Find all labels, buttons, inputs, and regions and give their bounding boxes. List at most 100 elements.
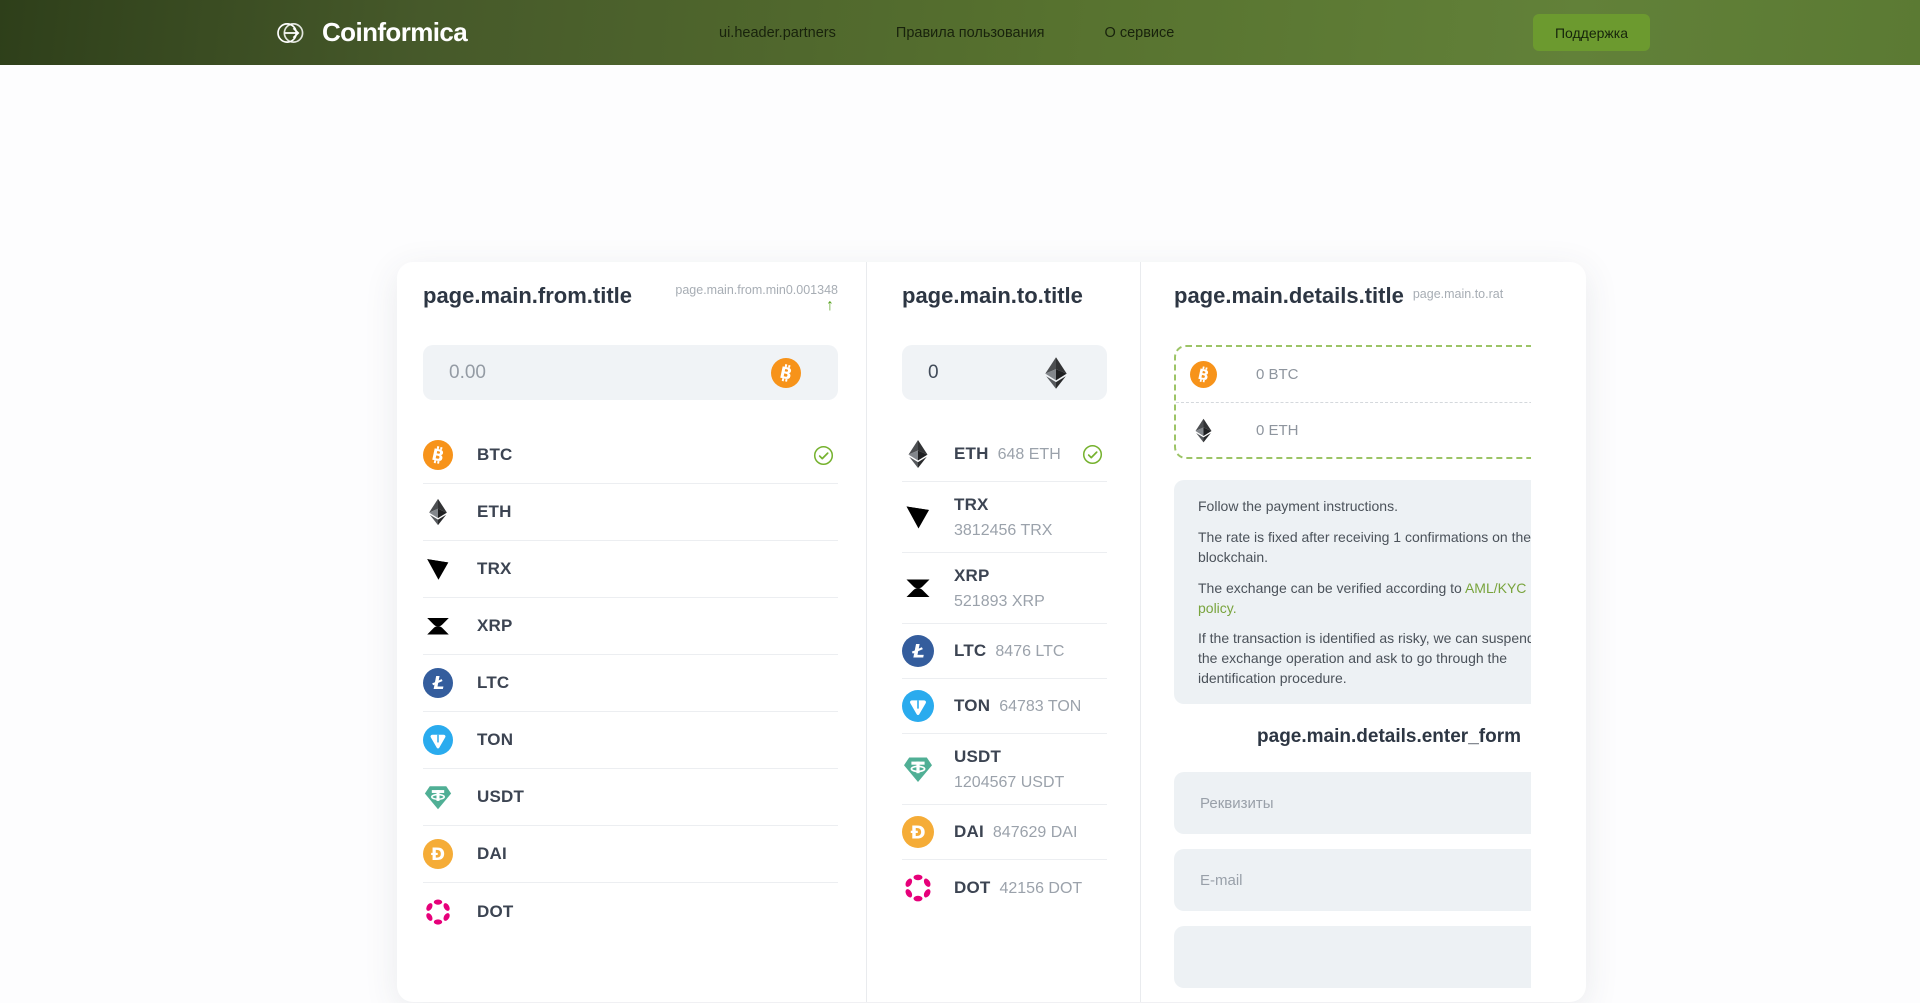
ton-icon <box>423 725 453 755</box>
nav-link-0[interactable]: ui.header.partners <box>719 25 836 41</box>
currency-code: TON <box>954 696 990 716</box>
eth-icon <box>1038 355 1094 391</box>
summary-row-btc: B 0 BTC <box>1176 347 1531 402</box>
details-panel-title: page.main.details.title <box>1174 283 1404 309</box>
to-currency-row-usdt[interactable]: USDT 1204567 USDT <box>902 734 1107 805</box>
from-currency-row-eth[interactable]: ETH <box>423 484 838 541</box>
eth-icon <box>1038 355 1074 391</box>
from-currency-row-usdt[interactable]: USDT <box>423 769 838 826</box>
exchange-arrows-icon <box>276 20 312 46</box>
form-input-1[interactable] <box>1198 871 1531 890</box>
from-currency-row-btc[interactable]: B BTC <box>423 427 838 484</box>
to-currency-row-ton[interactable]: TON 64783 TON <box>902 679 1107 734</box>
usdt-icon <box>423 782 453 812</box>
details-form <box>1174 772 1531 988</box>
min-amount-note: page.main.from.min0.001348 <box>675 283 838 297</box>
currency-code: USDT <box>954 747 1064 767</box>
currency-reserve: 42156 DOT <box>999 880 1082 898</box>
btc-icon: B <box>771 358 825 388</box>
btc-icon: B <box>771 358 801 388</box>
btc-icon: B <box>423 440 453 470</box>
to-currency-row-dai[interactable]: Đ DAI 847629 DAI <box>902 805 1107 860</box>
dai-icon: Đ <box>423 839 453 869</box>
usdt-icon <box>902 753 934 785</box>
form-input-0[interactable] <box>1198 794 1531 813</box>
direction-up-arrow-icon: ↑ <box>826 298 834 314</box>
payment-instructions: Follow the payment instructions.The rate… <box>1174 480 1531 704</box>
exchange-summary-box: B 0 BTC 0 ETH <box>1174 345 1531 459</box>
currency-reserve: 64783 TON <box>999 698 1081 716</box>
app-header: Coinformica ui.header.partners Правила по… <box>0 0 1920 65</box>
svg-text:Ł: Ł <box>911 641 925 663</box>
instruction-paragraph: If the transaction is identified as risk… <box>1198 629 1531 689</box>
details-panel: page.main.details.title page.main.to.rat… <box>1141 262 1586 1002</box>
from-currency-row-trx[interactable]: TRX <box>423 541 838 598</box>
brand-logo[interactable]: Coinformica <box>276 0 467 65</box>
to-currency-row-ltc[interactable]: Ł LTC 8476 LTC <box>902 624 1107 679</box>
from-currency-row-dot[interactable]: DOT <box>423 883 838 940</box>
svg-text:Ł: Ł <box>432 673 445 694</box>
ltc-icon: Ł <box>902 635 934 667</box>
from-panel-title: page.main.from.title <box>423 283 632 309</box>
brand-name: Coinformica <box>322 17 467 48</box>
currency-code: USDT <box>477 787 524 807</box>
currency-reserve: 1204567 USDT <box>954 774 1064 792</box>
from-currency-row-xrp[interactable]: XRP <box>423 598 838 655</box>
from-currency-list: B BTC ETH TRX XRP Ł LTC TON USDT Đ DAI <box>423 427 838 940</box>
nav-link-2[interactable]: О сервисе <box>1105 25 1175 41</box>
form-input-2[interactable] <box>1198 948 1531 967</box>
to-amount-input[interactable] <box>926 361 1038 385</box>
ltc-icon: Ł <box>423 668 453 698</box>
to-panel-title: page.main.to.title <box>902 283 1083 309</box>
currency-reserve: 648 ETH <box>998 446 1061 464</box>
currency-code: LTC <box>477 673 509 693</box>
currency-code: DAI <box>477 844 507 864</box>
xrp-icon <box>423 611 453 641</box>
to-currency-row-dot[interactable]: DOT 42156 DOT <box>902 860 1107 915</box>
from-currency-row-ton[interactable]: TON <box>423 712 838 769</box>
to-currency-list: ETH 648 ETH TRX 3812456 TRX XRP 521893 X… <box>902 427 1107 915</box>
selected-check-icon <box>1082 444 1103 465</box>
from-currency-row-ltc[interactable]: Ł LTC <box>423 655 838 712</box>
currency-code: DAI <box>954 822 984 842</box>
currency-code: XRP <box>477 616 513 636</box>
currency-reserve: 521893 XRP <box>954 593 1045 611</box>
from-panel: page.main.from.title page.main.from.min0… <box>397 262 867 1002</box>
instruction-paragraph: Follow the payment instructions. <box>1198 497 1531 517</box>
dot-icon <box>902 872 934 904</box>
dot-icon <box>423 897 453 927</box>
eth-icon <box>423 497 453 527</box>
btc-icon: B <box>1190 361 1217 388</box>
svg-text:Đ: Đ <box>431 844 445 864</box>
currency-code: ETH <box>954 444 989 464</box>
currency-code: DOT <box>477 902 513 922</box>
currency-code: TRX <box>477 559 512 579</box>
to-currency-row-trx[interactable]: TRX 3812456 TRX <box>902 482 1107 553</box>
to-currency-row-xrp[interactable]: XRP 521893 XRP <box>902 553 1107 624</box>
from-amount-input[interactable] <box>447 361 771 385</box>
dai-icon: Đ <box>902 816 934 848</box>
eth-icon <box>902 438 934 470</box>
to-amount-box <box>902 345 1107 400</box>
summary-amount: 0 ETH <box>1256 422 1299 439</box>
currency-code: BTC <box>477 445 513 465</box>
currency-code: XRP <box>954 566 1045 586</box>
support-button[interactable]: Поддержка <box>1533 14 1650 51</box>
xrp-icon <box>902 572 934 604</box>
to-currency-row-eth[interactable]: ETH 648 ETH <box>902 427 1107 482</box>
from-currency-row-dai[interactable]: Đ DAI <box>423 826 838 883</box>
currency-code: LTC <box>954 641 986 661</box>
summary-row-eth: 0 ETH <box>1176 402 1531 457</box>
summary-amount: 0 BTC <box>1256 366 1299 383</box>
currency-code: TON <box>477 730 513 750</box>
svg-text:Đ: Đ <box>910 822 925 843</box>
currency-reserve: 8476 LTC <box>995 643 1064 661</box>
form-field-1 <box>1174 849 1531 911</box>
rate-note: page.main.to.rat <box>1413 287 1503 301</box>
trx-icon <box>423 554 453 584</box>
aml-policy-link[interactable]: AML/KYC policy. <box>1198 580 1526 616</box>
nav-link-1[interactable]: Правила пользования <box>896 25 1045 41</box>
currency-code: DOT <box>954 878 990 898</box>
exchange-widget: page.main.from.title page.main.from.min0… <box>397 262 1586 1002</box>
form-field-2 <box>1174 926 1531 988</box>
